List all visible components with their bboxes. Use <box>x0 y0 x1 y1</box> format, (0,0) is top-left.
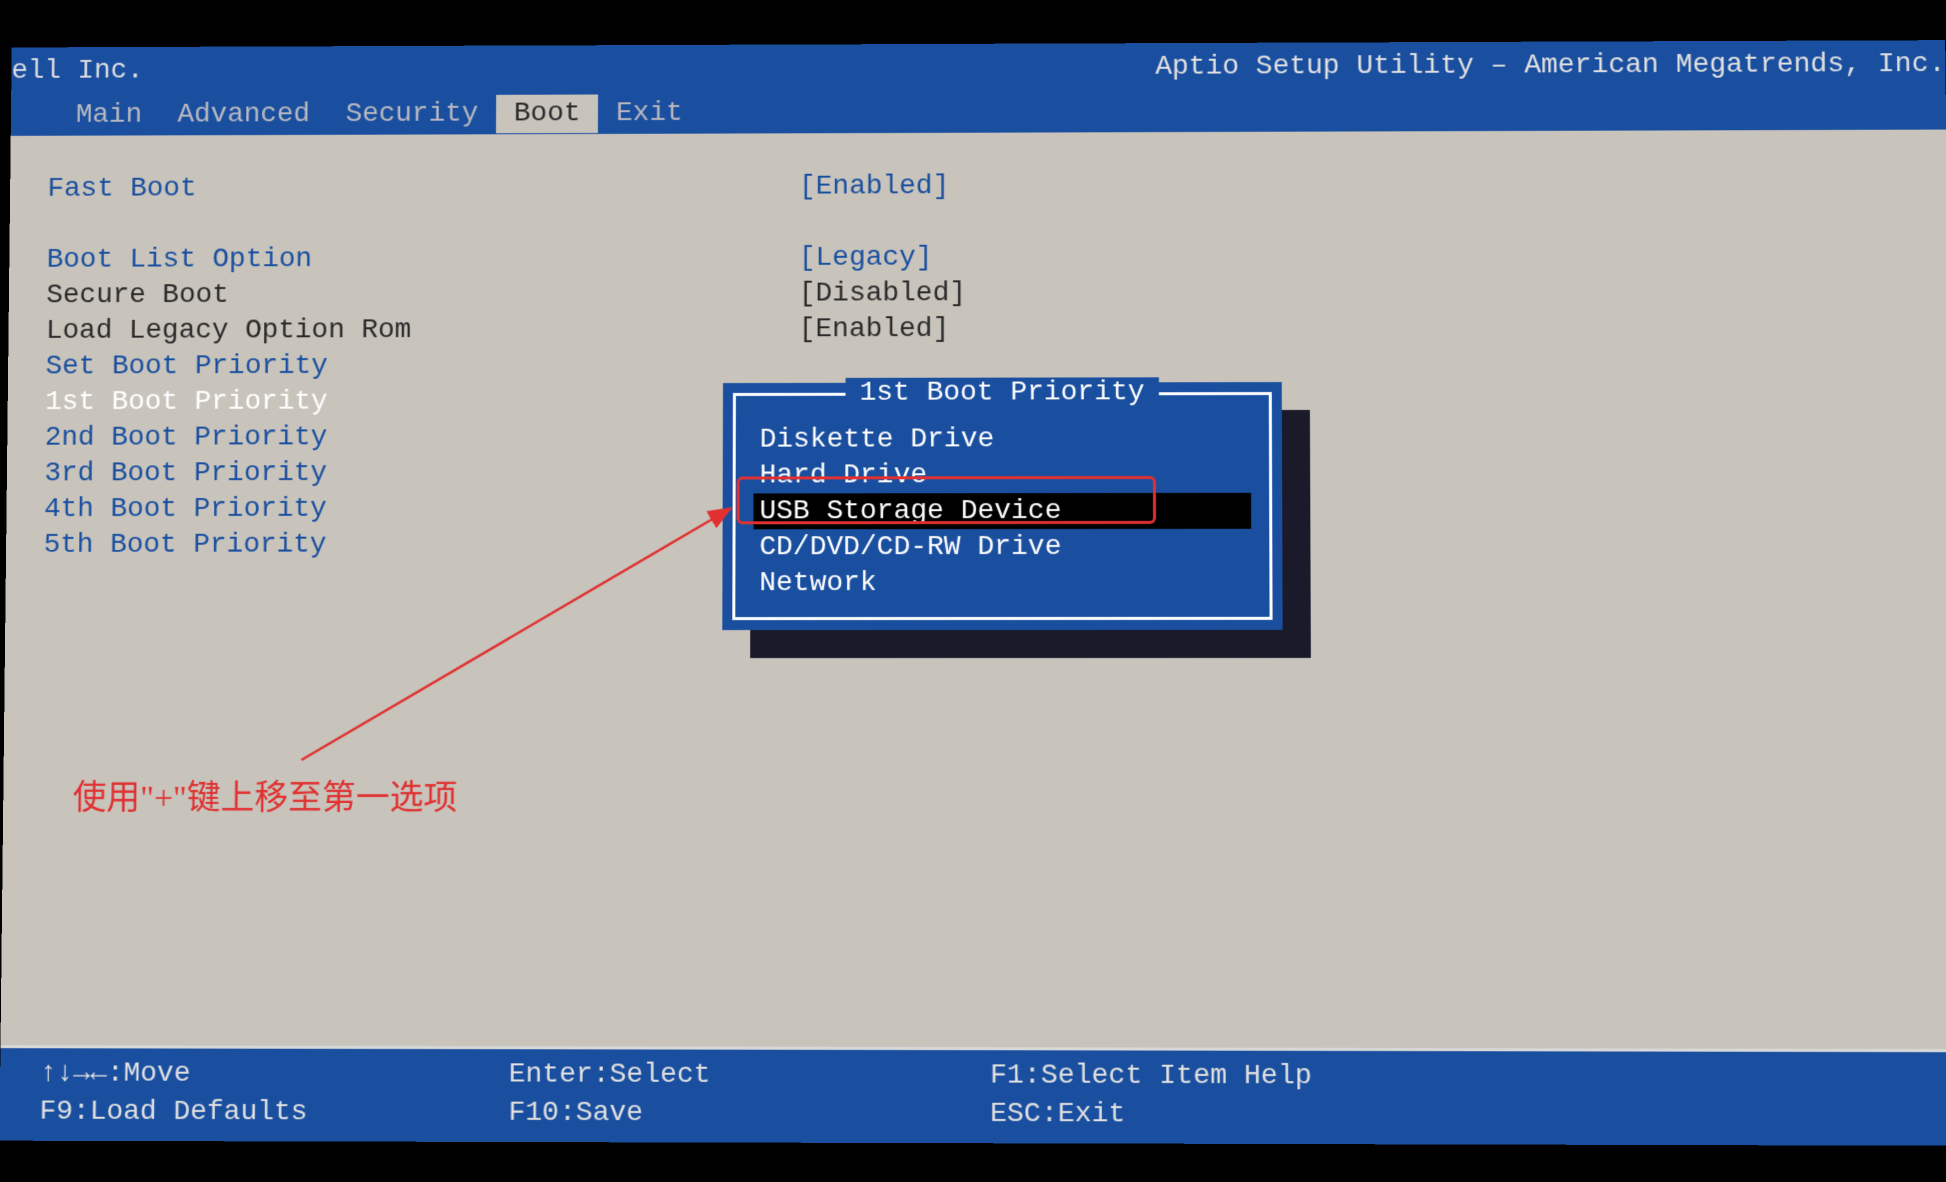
popup-title: 1st Boot Priority <box>846 377 1159 408</box>
tab-exit[interactable]: Exit <box>598 94 700 133</box>
setting-load-legacy-option-rom[interactable]: Load Legacy Option Rom [Enabled] <box>46 309 1910 349</box>
popup-item-cd-dvd-drive[interactable]: CD/DVD/CD-RW Drive <box>753 529 1251 565</box>
footer-hint-save: F10:Save <box>508 1097 990 1129</box>
setting-value: [Disabled] <box>799 278 966 309</box>
footer-hint-help: F1:Select Item Help <box>990 1060 1916 1093</box>
popup-item-hard-drive[interactable]: Hard Drive <box>754 457 1252 494</box>
popup-item-network[interactable]: Network <box>753 565 1251 601</box>
tab-boot[interactable]: Boot <box>496 94 598 133</box>
setting-fast-boot[interactable]: Fast Boot [Enabled] <box>47 165 1908 206</box>
main-area: Fast Boot [Enabled] Boot List Option [Le… <box>1 130 1946 1014</box>
footer-row-2: F9:Load Defaults F10:Save ESC:Exit <box>39 1092 1917 1135</box>
spacer <box>47 201 1909 242</box>
footer-bar: ↑↓→←:Move Enter:Select F1:Select Item He… <box>0 1045 1946 1146</box>
popup-item-usb-storage-device[interactable]: USB Storage Device <box>753 493 1251 529</box>
setting-label: 5th Boot Priority <box>44 529 799 561</box>
company-label: ell Inc. <box>11 55 144 86</box>
setting-label: Boot List Option <box>47 243 799 276</box>
popup-item-diskette-drive[interactable]: Diskette Drive <box>754 421 1251 458</box>
setting-value: [Enabled] <box>799 314 950 345</box>
utility-title: Aptio Setup Utility – American Megatrend… <box>1155 49 1945 83</box>
tab-advanced[interactable]: Advanced <box>160 95 328 134</box>
footer-hint-defaults: F9:Load Defaults <box>39 1096 508 1128</box>
tab-security[interactable]: Security <box>328 94 497 133</box>
popup-inner: 1st Boot Priority Diskette Drive Hard Dr… <box>732 392 1272 620</box>
setting-label: Fast Boot <box>47 171 799 204</box>
setting-label: 2nd Boot Priority <box>45 421 799 453</box>
footer-row-1: ↑↓→←:Move Enter:Select F1:Select Item He… <box>40 1054 1917 1097</box>
tab-main[interactable]: Main <box>58 96 160 135</box>
setting-secure-boot[interactable]: Secure Boot [Disabled] <box>46 273 1910 313</box>
footer-hint-exit: ESC:Exit <box>990 1098 1917 1132</box>
setting-label: Load Legacy Option Rom <box>46 314 799 346</box>
setting-boot-list-option[interactable]: Boot List Option [Legacy] <box>47 237 1910 277</box>
boot-priority-popup: 1st Boot Priority Diskette Drive Hard Dr… <box>722 382 1282 630</box>
bios-screen: ell Inc. Aptio Setup Utility – American … <box>0 40 1946 1146</box>
setting-label: 4th Boot Priority <box>44 493 798 525</box>
header-bar: ell Inc. Aptio Setup Utility – American … <box>11 40 1945 94</box>
setting-value: [Legacy] <box>799 242 933 273</box>
setting-label: Secure Boot <box>46 278 799 310</box>
setting-label: 1st Boot Priority <box>45 385 799 417</box>
footer-hint-move: ↑↓→←:Move <box>40 1058 509 1090</box>
tab-bar: Main Advanced Security Boot Exit <box>11 88 1946 136</box>
setting-value: [Enabled] <box>799 171 949 202</box>
annotation-text: 使用"+"键上移至第一选项 <box>72 770 457 819</box>
setting-label: 3rd Boot Priority <box>44 457 798 489</box>
setting-label: Set Boot Priority <box>45 350 798 382</box>
footer-hint-select: Enter:Select <box>509 1059 990 1091</box>
